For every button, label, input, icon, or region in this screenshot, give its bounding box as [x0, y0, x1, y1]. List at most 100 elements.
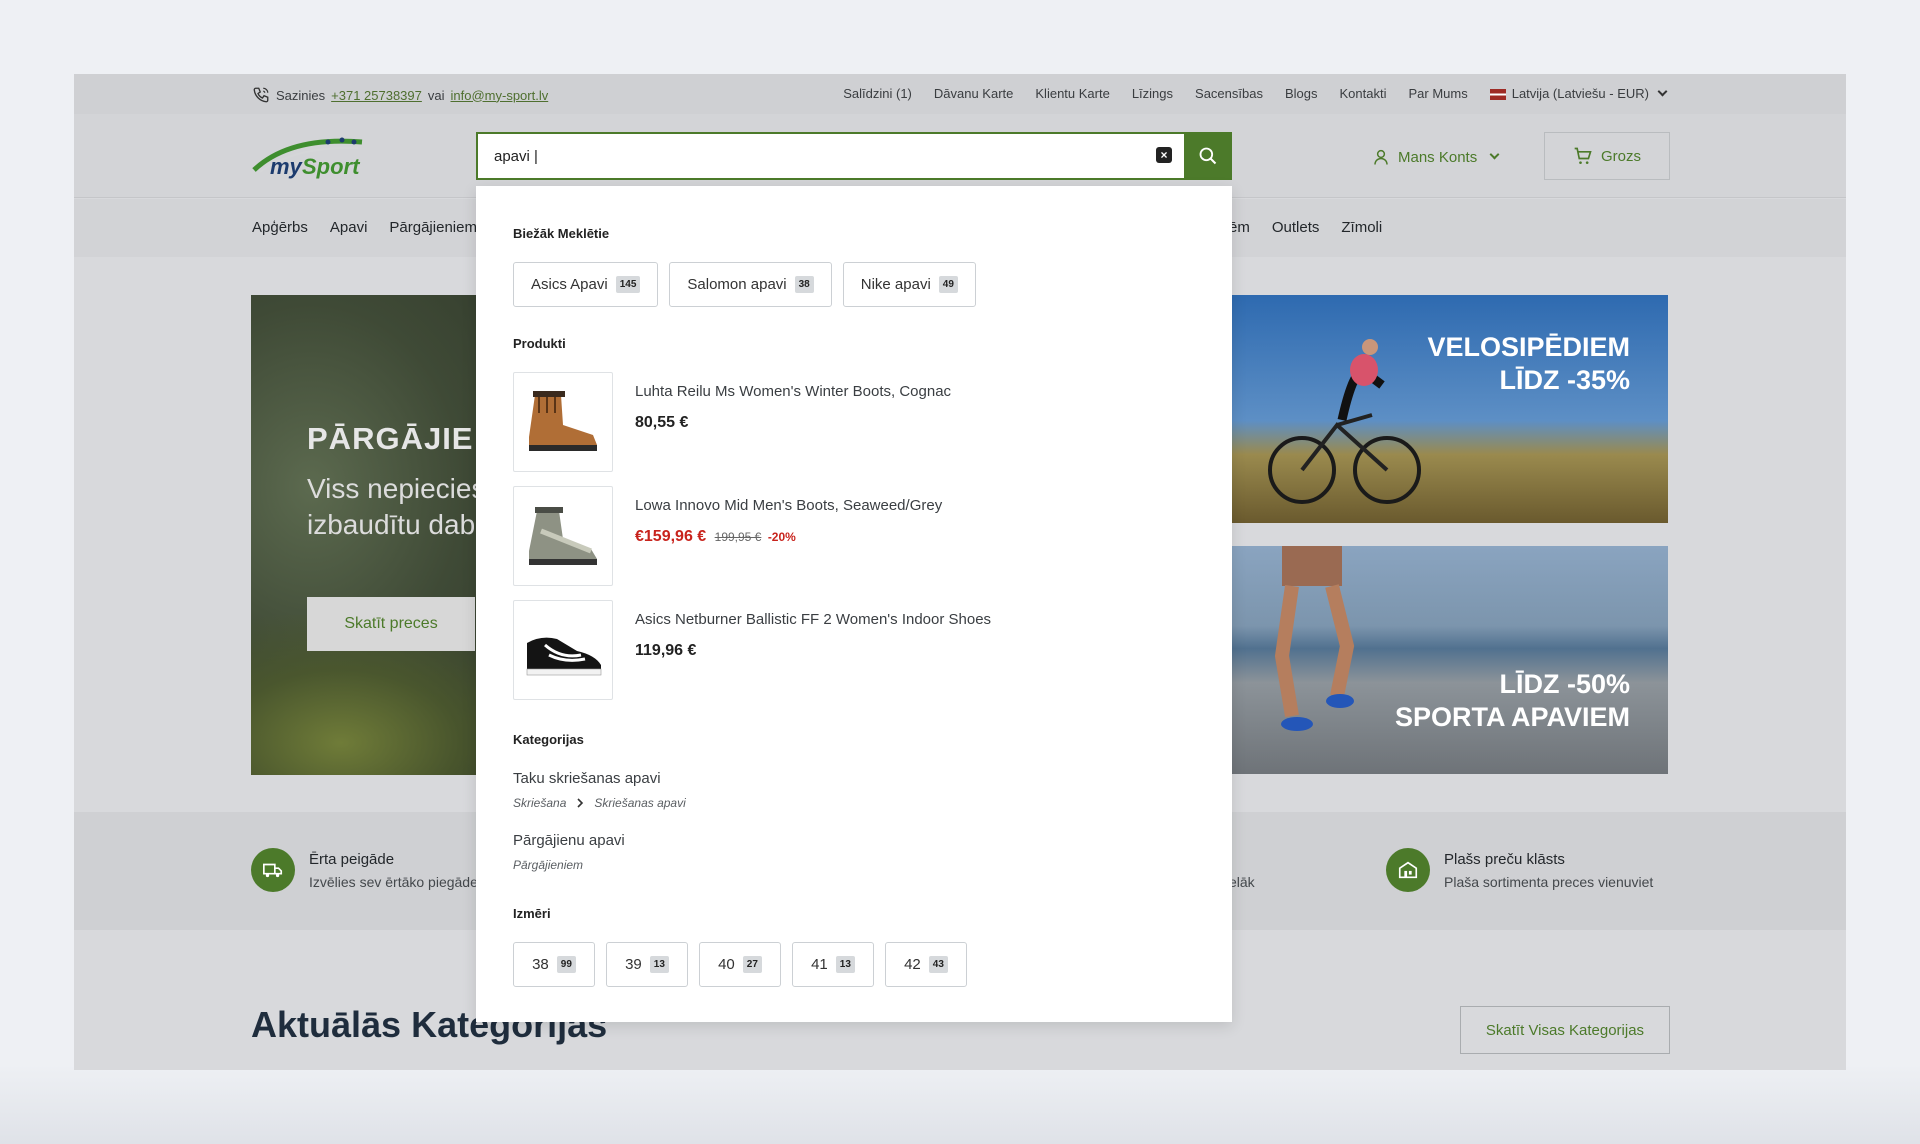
promo-shoes-text: LĪDZ -50% SPORTA APAVIEM [1395, 668, 1630, 734]
clear-search-icon[interactable]: × [1156, 147, 1172, 163]
chip-label: Nike apavi [860, 276, 931, 293]
size-count-badge: 13 [835, 956, 855, 973]
popular-searches: Asics Apavi 145 Salomon apavi 38 Nike apav… [513, 262, 976, 307]
gift-card-link[interactable]: Dāvanu Karte [934, 86, 1014, 101]
popular-search-chip[interactable]: Nike apavi 49 [842, 262, 976, 307]
size-count-badge: 43 [928, 956, 948, 973]
promo-shoes-line-1: LĪDZ -50% [1499, 669, 1630, 699]
size-chip[interactable]: 42 43 [885, 942, 967, 987]
runner-image [1274, 546, 1355, 731]
chevron-down-icon [1489, 149, 1500, 159]
size-chip[interactable]: 38 99 [513, 942, 595, 987]
size-label: 42 [904, 956, 921, 973]
category-breadcrumb: Skriešana Skriešanas apavi [513, 796, 686, 810]
product-image [513, 486, 613, 586]
sneaker-icon [526, 637, 602, 676]
search-button[interactable] [1184, 132, 1232, 180]
nav-item-shoes[interactable]: Apavi [330, 219, 368, 236]
cart-icon [1574, 147, 1592, 164]
locale-selector[interactable]: Latvija (Latviešu - EUR) [1489, 86, 1668, 101]
category-suggestion[interactable]: Pārgājienu apavi Pārgājieniem [513, 832, 625, 872]
product-discount: -20% [767, 530, 796, 544]
category-breadcrumb: Pārgājieniem [513, 858, 625, 872]
category-name: Pārgājienu apavi [513, 832, 625, 849]
product-suggestion[interactable]: Lowa Innovo Mid Men's Boots, Seaweed/Gre… [513, 486, 942, 586]
popular-search-chip[interactable]: Asics Apavi 145 [513, 262, 659, 307]
email-link[interactable]: info@my-sport.lv [451, 88, 549, 103]
product-sale-price: €159,96 € [635, 528, 707, 545]
account-menu[interactable]: Mans Konts [1372, 148, 1500, 166]
promo-bikes-banner[interactable]: VELOSIPĒDIEM LĪDZ -35% [1232, 295, 1668, 523]
hero-subtitle-line-2: izbaudītu dab [307, 509, 476, 540]
feature-assortment: Plašs preču klāsts Plaša sortimenta prec… [1386, 848, 1653, 892]
promo-shoes-banner[interactable]: LĪDZ -50% SPORTA APAVIEM [1232, 546, 1668, 774]
blog-link[interactable]: Blogs [1285, 86, 1318, 101]
search-input[interactable] [476, 132, 1184, 180]
latvia-flag-icon [1489, 89, 1506, 101]
hero-cta-button[interactable]: Skatīt preces [307, 597, 475, 651]
product-old-price: 199,95 € [714, 530, 762, 544]
leasing-link[interactable]: Līzings [1132, 86, 1173, 101]
phone-link[interactable]: +371 25738397 [331, 88, 422, 103]
chip-count-badge: 145 [615, 276, 641, 293]
feature-assortment-text: Plaša sortimenta preces vienuviet [1444, 874, 1654, 890]
or-label: vai [427, 87, 445, 103]
size-chip[interactable]: 41 13 [792, 942, 874, 987]
cyclist-image [1268, 339, 1421, 504]
hiking-boot-icon [529, 507, 597, 565]
promo-bikes-line-2: LĪDZ -35% [1499, 365, 1630, 395]
cart-button[interactable]: Grozs [1544, 132, 1670, 180]
promo-bikes-line-1: VELOSIPĒDIEM [1427, 332, 1630, 362]
competitions-link[interactable]: Sacensības [1195, 86, 1263, 101]
product-suggestion[interactable]: Luhta Reilu Ms Women's Winter Boots, Cog… [513, 372, 951, 472]
product-price: 80,55 € [635, 414, 689, 431]
nav-item-clothing[interactable]: Apģērbs [252, 219, 308, 236]
feature-partial-text: elāk [1229, 874, 1255, 890]
size-label: 39 [625, 956, 642, 973]
call-label: Sazinies [276, 87, 326, 103]
product-price: 119,96 € [635, 642, 697, 659]
about-link[interactable]: Par Mums [1408, 86, 1467, 101]
nav-item-hiking[interactable]: Pārgājieniem [389, 219, 477, 236]
popular-heading: Biežāk Meklētie [513, 226, 610, 241]
account-label: Mans Konts [1398, 148, 1478, 166]
hero-title: PĀRGĀJIE [307, 421, 474, 456]
size-label: 41 [811, 956, 828, 973]
search-icon [1199, 147, 1217, 165]
chevron-down-icon [1657, 86, 1668, 97]
product-name: Luhta Reilu Ms Women's Winter Boots, Cog… [635, 383, 952, 400]
nav-item-outlets[interactable]: Outlets [1272, 219, 1320, 236]
popular-search-chip[interactable]: Salomon apavi 38 [669, 262, 832, 307]
locale-label: Latvija (Latviešu - EUR) [1511, 86, 1649, 101]
feature-delivery-text: Izvēlies sev ērtāko piegāde [309, 874, 478, 890]
feature-delivery-title: Ērta peigāde [309, 851, 395, 868]
size-chip[interactable]: 40 27 [699, 942, 781, 987]
product-name: Asics Netburner Ballistic FF 2 Women's I… [635, 611, 992, 628]
size-count-badge: 13 [649, 956, 669, 973]
boot-icon [529, 391, 597, 451]
logo[interactable]: my Sport [250, 130, 370, 182]
sizes-heading: Izmēri [513, 906, 551, 921]
size-filters: 38 99 39 13 40 27 41 13 42 43 [513, 942, 967, 987]
feature-assortment-title: Plašs preču klāsts [1444, 851, 1565, 868]
cart-label: Grozs [1600, 147, 1641, 165]
delivery-truck-icon [251, 848, 295, 892]
view-all-categories-button[interactable]: Skatīt Visas Kategorijas [1460, 1006, 1670, 1054]
nav-item-brands[interactable]: Zīmoli [1341, 219, 1382, 236]
size-count-badge: 99 [556, 956, 576, 973]
page-frame: Sazinies +371 25738397 vai info@my-sport… [74, 74, 1846, 1070]
breadcrumb-item: Pārgājieniem [513, 858, 584, 872]
product-image [513, 600, 613, 700]
size-chip[interactable]: 39 13 [606, 942, 688, 987]
compare-link[interactable]: Salīdzini (1) [843, 86, 912, 101]
nav-item-partial[interactable]: ēm [1229, 219, 1250, 236]
phone-icon [253, 87, 269, 103]
category-suggestion[interactable]: Taku skriešanas apavi Skriešana Skriešan… [513, 770, 686, 810]
top-links: Salīdzini (1) Dāvanu Karte Klientu Karte… [843, 86, 1668, 101]
contacts-link[interactable]: Kontakti [1340, 86, 1387, 101]
product-suggestion[interactable]: Asics Netburner Ballistic FF 2 Women's I… [513, 600, 991, 700]
top-bar: Sazinies +371 25738397 vai info@my-sport… [74, 74, 1846, 114]
client-card-link[interactable]: Klientu Karte [1035, 86, 1109, 101]
size-label: 38 [532, 956, 549, 973]
size-label: 40 [718, 956, 735, 973]
